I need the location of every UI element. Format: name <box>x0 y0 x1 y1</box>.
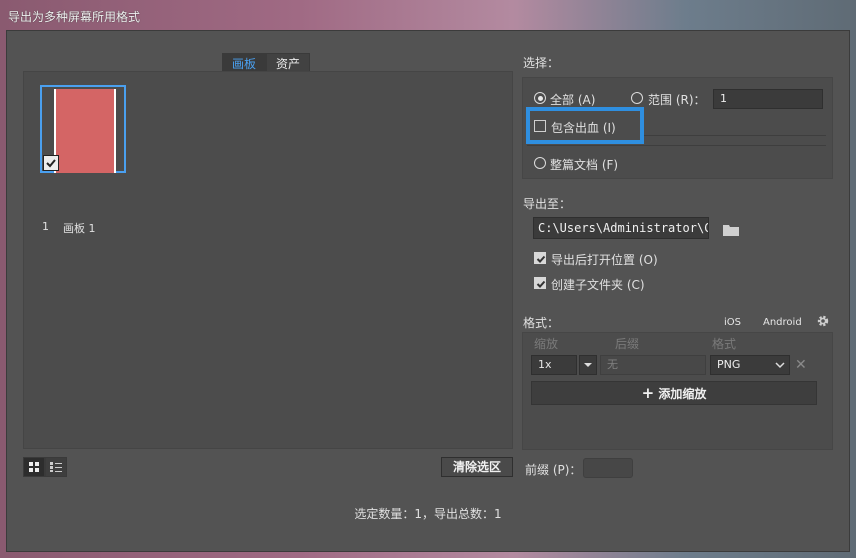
range-input[interactable]: 1 <box>713 89 823 109</box>
prefix-input[interactable] <box>583 458 633 478</box>
radio-whole-document[interactable] <box>534 157 546 169</box>
artboard-page <box>54 89 116 173</box>
divider <box>527 145 826 146</box>
scale-input[interactable]: 1x <box>531 355 577 375</box>
list-view-button[interactable] <box>45 457 67 477</box>
plus-icon: + <box>641 384 655 402</box>
status-text: 选定数量：1，导出总数：1 <box>354 507 502 521</box>
grid-icon <box>29 462 39 472</box>
divider <box>644 135 826 136</box>
prefix-label: 前缀 (P)： <box>525 463 582 477</box>
column-scale-header: 缩放 <box>534 337 559 351</box>
radio-all-label: 全部 (A) <box>550 93 596 107</box>
export-dialog-window: 导出为多种屏幕所用格式 画板 资产 1 画板 1 清除选区 选择： 全部 (A)… <box>0 0 856 558</box>
clear-selection-button[interactable]: 清除选区 <box>441 457 513 477</box>
selection-heading: 选择： <box>523 56 560 70</box>
chevron-down-icon <box>584 363 592 367</box>
radio-range-label: 范围 (R)： <box>648 93 706 107</box>
artboard-preview <box>56 89 114 173</box>
export-to-heading: 导出至： <box>523 197 572 211</box>
artboard-thumbnail[interactable] <box>40 85 126 173</box>
suffix-input[interactable]: 无 <box>600 355 706 375</box>
tab-bar: 画板 资产 <box>222 53 311 76</box>
column-format-header: 格式 <box>712 337 737 351</box>
remove-row-icon[interactable]: ✕ <box>795 358 807 372</box>
formats-heading: 格式： <box>523 316 560 330</box>
artboard-checkbox[interactable] <box>43 155 59 171</box>
radio-whole-document-label: 整篇文档 (F) <box>550 158 619 172</box>
chevron-down-icon <box>775 362 785 369</box>
column-suffix-header: 后缀 <box>615 337 640 351</box>
check-icon <box>536 255 546 263</box>
folder-icon[interactable] <box>723 223 739 236</box>
artboard-number: 1 <box>42 220 49 233</box>
open-after-export-checkbox[interactable] <box>534 252 546 264</box>
artboard-label: 1 画板 1 <box>42 220 96 236</box>
create-subfolders-checkbox[interactable] <box>534 277 546 289</box>
radio-all[interactable] <box>534 92 546 104</box>
artboard-name: 画板 1 <box>63 222 96 235</box>
radio-range[interactable] <box>631 92 643 104</box>
artboard-panel: 1 画板 1 <box>23 71 513 449</box>
gear-icon[interactable] <box>816 314 830 328</box>
check-icon <box>46 159 56 168</box>
dialog-body: 画板 资产 1 画板 1 清除选区 选择： 全部 (A) 范围 (R)： 1 包… <box>6 30 850 552</box>
ios-preset-button[interactable]: iOS <box>724 317 741 328</box>
open-after-export-label: 导出后打开位置 (O) <box>551 253 658 267</box>
window-title: 导出为多种屏幕所用格式 <box>8 10 141 24</box>
add-scale-button[interactable]: + 添加缩放 <box>531 381 817 405</box>
view-toggle-group <box>23 457 67 477</box>
add-scale-label: 添加缩放 <box>658 387 707 401</box>
scale-dropdown-button[interactable] <box>579 355 597 375</box>
create-subfolders-label: 创建子文件夹 (C) <box>551 278 645 292</box>
format-select[interactable]: PNG <box>710 355 790 375</box>
bleed-highlight-box <box>526 107 644 144</box>
format-select-value: PNG <box>717 358 741 371</box>
export-path-input[interactable]: C:\Users\Administrator\C <box>533 217 709 239</box>
list-icon <box>50 462 62 472</box>
check-icon <box>536 280 546 288</box>
grid-view-button[interactable] <box>23 457 45 477</box>
android-preset-button[interactable]: Android <box>763 317 802 328</box>
title-bar: 导出为多种屏幕所用格式 <box>0 0 856 30</box>
